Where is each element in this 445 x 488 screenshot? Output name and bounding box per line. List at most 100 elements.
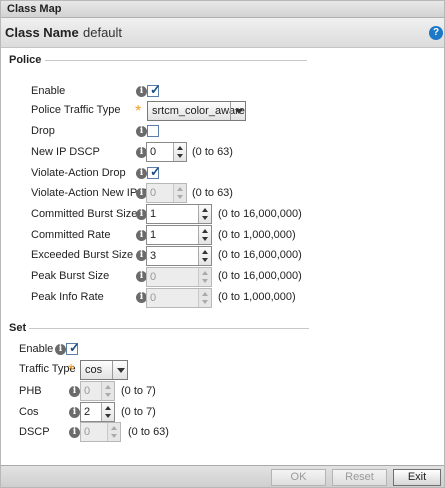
violate-dscp-input xyxy=(147,184,174,202)
peak-rate-spinner xyxy=(146,288,212,308)
dscp-input xyxy=(81,423,108,441)
dialog-footer: OK Reset Exit xyxy=(1,465,444,487)
phb-input xyxy=(81,382,102,400)
title-bar: Class Map xyxy=(1,1,444,18)
committed-rate-input[interactable] xyxy=(147,226,199,244)
arrow-up-icon[interactable] xyxy=(202,208,208,212)
exceeded-burst-input[interactable] xyxy=(147,247,199,265)
new-ip-dscp-range: (0 to 63) xyxy=(192,146,233,158)
arrow-down-icon[interactable] xyxy=(177,154,183,158)
arrow-up-icon[interactable] xyxy=(202,250,208,254)
police-drop-checkbox[interactable] xyxy=(147,125,159,137)
police-divider xyxy=(45,60,307,61)
set-section-title: Set xyxy=(9,322,27,334)
class-name-header: Class Name default ? xyxy=(1,18,444,48)
spinner-arrows xyxy=(198,268,211,286)
set-enable-checkbox[interactable]: ✓ xyxy=(66,340,80,355)
police-section-title: Police xyxy=(9,54,42,66)
peak-rate-label: Peak Info Rate xyxy=(31,291,104,303)
violate-dscp-spinner xyxy=(146,183,187,203)
violate-drop-label: Violate-Action Drop xyxy=(31,167,126,179)
phb-spinner xyxy=(80,381,115,401)
peak-burst-input xyxy=(147,268,199,286)
cos-input[interactable] xyxy=(81,403,102,421)
spinner-arrows xyxy=(173,184,186,202)
cos-label: Cos xyxy=(19,406,39,418)
cos-spinner[interactable] xyxy=(80,402,115,422)
class-map-dialog: Class Map Class Name default ? Police En… xyxy=(0,0,445,488)
ok-button[interactable]: OK xyxy=(271,469,326,486)
info-icon[interactable]: i xyxy=(69,386,80,397)
new-ip-dscp-label: New IP DSCP xyxy=(31,146,100,158)
chevron-down-icon[interactable] xyxy=(230,102,245,120)
arrow-up-icon xyxy=(202,292,208,296)
arrow-down-icon[interactable] xyxy=(202,216,208,220)
class-name-label: Class Name xyxy=(5,25,79,40)
set-traffic-type-select[interactable]: cos xyxy=(80,360,128,380)
required-icon: * xyxy=(68,362,75,379)
violate-dscp-range: (0 to 63) xyxy=(192,187,233,199)
arrow-up-icon[interactable] xyxy=(177,146,183,150)
dscp-label: DSCP xyxy=(19,426,50,438)
info-icon[interactable]: i xyxy=(136,126,147,137)
dscp-spinner xyxy=(80,422,121,442)
set-traffic-type-value: cos xyxy=(85,364,103,376)
spinner-arrows[interactable] xyxy=(173,143,186,161)
set-enable-label: Enable xyxy=(19,343,54,355)
committed-rate-spinner[interactable] xyxy=(146,225,212,245)
spinner-arrows xyxy=(101,382,114,400)
arrow-down-icon[interactable] xyxy=(202,258,208,262)
arrow-up-icon xyxy=(177,187,183,191)
police-traffic-type-select[interactable]: srtcm_color_aware xyxy=(147,101,246,121)
info-icon[interactable]: i xyxy=(136,168,147,179)
info-icon[interactable]: i xyxy=(69,407,80,418)
arrow-down-icon xyxy=(177,195,183,199)
peak-burst-spinner xyxy=(146,267,212,287)
phb-label: PHB xyxy=(19,385,42,397)
spinner-arrows[interactable] xyxy=(198,226,211,244)
phb-range: (0 to 7) xyxy=(121,385,156,397)
arrow-down-icon xyxy=(202,300,208,304)
info-icon[interactable]: i xyxy=(136,86,147,97)
police-enable-label: Enable xyxy=(31,85,66,97)
new-ip-dscp-input[interactable] xyxy=(147,143,174,161)
chevron-down-icon[interactable] xyxy=(112,361,127,379)
set-divider xyxy=(29,328,309,329)
arrow-down-icon xyxy=(111,434,117,438)
spinner-arrows xyxy=(107,423,120,441)
info-icon[interactable]: i xyxy=(69,427,80,438)
police-enable-checkbox[interactable]: ✓ xyxy=(147,82,161,97)
committed-burst-spinner[interactable] xyxy=(146,204,212,224)
arrow-up-icon[interactable] xyxy=(105,406,111,410)
exceeded-burst-spinner[interactable] xyxy=(146,246,212,266)
peak-burst-label: Peak Burst Size xyxy=(31,270,110,282)
committed-burst-label: Committed Burst Size xyxy=(31,208,138,220)
info-icon[interactable]: i xyxy=(55,344,66,355)
arrow-up-icon[interactable] xyxy=(202,229,208,233)
peak-rate-range: (0 to 1,000,000) xyxy=(218,291,296,303)
cos-range: (0 to 7) xyxy=(121,406,156,418)
spinner-arrows[interactable] xyxy=(198,247,211,265)
reset-button[interactable]: Reset xyxy=(332,469,387,486)
spinner-arrows xyxy=(198,289,211,307)
spinner-arrows[interactable] xyxy=(101,403,114,421)
spinner-arrows[interactable] xyxy=(198,205,211,223)
arrow-down-icon[interactable] xyxy=(202,237,208,241)
class-name-value: default xyxy=(83,25,123,40)
committed-burst-range: (0 to 16,000,000) xyxy=(218,208,302,220)
committed-rate-label: Committed Rate xyxy=(31,229,111,241)
exit-button[interactable]: Exit xyxy=(393,469,441,486)
police-traffic-type-label: Police Traffic Type xyxy=(31,104,121,116)
arrow-down-icon[interactable] xyxy=(105,414,111,418)
window-title: Class Map xyxy=(7,3,62,15)
violate-drop-checkbox[interactable]: ✓ xyxy=(147,164,161,179)
arrow-up-icon xyxy=(105,385,111,389)
exceeded-burst-label: Exceeded Burst Size xyxy=(31,249,134,261)
checkmark-icon: ✓ xyxy=(69,340,80,355)
committed-burst-input[interactable] xyxy=(147,205,199,223)
committed-rate-range: (0 to 1,000,000) xyxy=(218,229,296,241)
help-icon[interactable]: ? xyxy=(429,26,443,40)
exceeded-burst-range: (0 to 16,000,000) xyxy=(218,249,302,261)
police-drop-label: Drop xyxy=(31,125,55,137)
new-ip-dscp-spinner[interactable] xyxy=(146,142,187,162)
